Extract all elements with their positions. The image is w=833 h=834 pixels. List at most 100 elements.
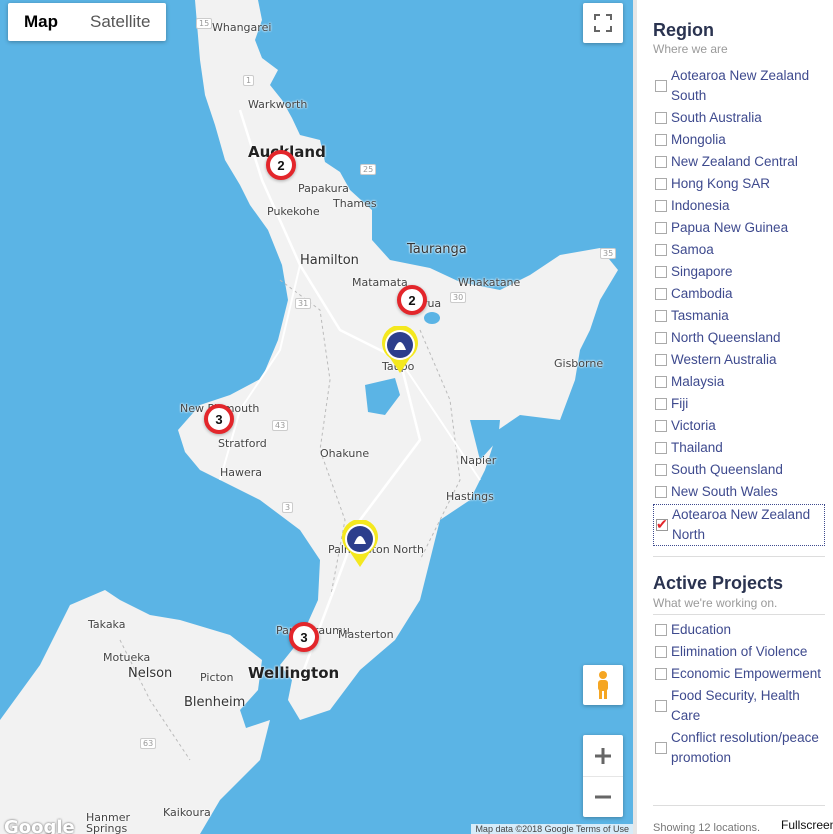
checkbox[interactable] — [655, 624, 667, 636]
checkbox[interactable] — [655, 266, 667, 278]
region-option[interactable]: North Queensland — [653, 328, 825, 348]
fullscreen-button[interactable] — [583, 3, 623, 43]
region-option-label: Thailand — [671, 440, 723, 455]
road-shield: 25 — [360, 164, 377, 175]
region-option[interactable]: Thailand — [653, 438, 825, 458]
place-gisborne: Gisborne — [554, 357, 604, 370]
checkbox[interactable] — [655, 398, 667, 410]
region-option[interactable]: Aotearoa New Zealand South — [653, 66, 825, 106]
map-attribution[interactable]: Map data ©2018 Google Terms of Use — [471, 824, 633, 834]
showing-count: Showing 12 locations. — [653, 822, 761, 834]
region-subtitle: Where we are — [653, 42, 728, 56]
projects-option[interactable]: Conflict resolution/peace promotion — [653, 728, 825, 768]
region-option[interactable]: New South Wales — [653, 482, 825, 502]
checkbox[interactable] — [655, 112, 667, 124]
cluster-marker[interactable]: 3 — [204, 404, 234, 434]
checkbox[interactable] — [655, 200, 667, 212]
checkbox[interactable] — [655, 700, 667, 712]
projects-option-label: Education — [671, 622, 732, 637]
region-option[interactable]: Western Australia — [653, 350, 825, 370]
region-option[interactable]: Mongolia — [653, 130, 825, 150]
checkbox[interactable] — [655, 668, 667, 680]
checkbox[interactable] — [655, 310, 667, 322]
region-option[interactable]: Tasmania — [653, 306, 825, 326]
region-option[interactable]: Indonesia — [653, 196, 825, 216]
checkbox[interactable] — [655, 222, 667, 234]
road-shield: 43 — [272, 420, 289, 431]
region-option[interactable]: Aotearoa New Zealand North — [653, 504, 825, 546]
place-nelson: Nelson — [128, 666, 173, 681]
place-blenheim: Blenheim — [184, 695, 246, 710]
plus-icon — [595, 747, 611, 764]
place-warkworth: Warkworth — [248, 98, 308, 111]
region-option-label: South Australia — [671, 110, 762, 125]
checkbox[interactable] — [655, 442, 667, 454]
checkbox[interactable] — [655, 156, 667, 168]
cluster-marker[interactable]: 3 — [289, 622, 319, 652]
checkbox[interactable] — [655, 486, 667, 498]
street-view-button[interactable] — [583, 665, 623, 705]
region-option-label: Samoa — [671, 242, 714, 257]
checkbox[interactable] — [655, 464, 667, 476]
region-option[interactable]: Samoa — [653, 240, 825, 260]
pegman-icon — [598, 671, 608, 699]
region-option[interactable]: Victoria — [653, 416, 825, 436]
place-hanmer-springs: Hanmer Springs — [86, 811, 130, 834]
region-option[interactable]: South Australia — [653, 108, 825, 128]
region-option[interactable]: Malaysia — [653, 372, 825, 392]
road-shield: 31 — [295, 298, 312, 309]
region-option-label: North Queensland — [671, 330, 781, 345]
fullscreen-link[interactable]: Fullscreen — [781, 818, 833, 832]
region-option[interactable]: Singapore — [653, 262, 825, 282]
projects-option-label: Food Security, Health Care — [671, 688, 800, 723]
region-option[interactable]: South Queensland — [653, 460, 825, 480]
location-pin[interactable] — [340, 520, 380, 568]
place-kaikoura: Kaikoura — [163, 806, 211, 819]
checkbox[interactable] — [655, 646, 667, 658]
checkbox[interactable] — [655, 420, 667, 432]
zoom-out-button[interactable] — [583, 777, 623, 817]
projects-list: Education Elimination of Violence Economic… — [653, 620, 825, 770]
place-masterton: Masterton — [338, 628, 394, 641]
place-thames: Thames — [333, 197, 377, 210]
location-pin[interactable] — [380, 326, 420, 374]
map-type-map-button[interactable]: Map — [8, 3, 74, 41]
checkbox[interactable] — [655, 354, 667, 366]
region-option-label: Victoria — [671, 418, 716, 433]
checkbox[interactable] — [655, 134, 667, 146]
zoom-control — [583, 735, 623, 817]
region-option[interactable]: Cambodia — [653, 284, 825, 304]
projects-option[interactable]: Food Security, Health Care — [653, 686, 825, 726]
checkbox[interactable] — [655, 288, 667, 300]
zoom-in-button[interactable] — [583, 736, 623, 777]
region-option[interactable]: Hong Kong SAR — [653, 174, 825, 194]
checkbox[interactable] — [655, 244, 667, 256]
road-shield: 3 — [282, 502, 294, 513]
checkbox[interactable] — [655, 376, 667, 388]
map-canvas[interactable]: Whangarei Warkworth Auckland Papakura Pu… — [0, 0, 633, 834]
divider — [653, 614, 825, 615]
projects-title: Active Projects — [653, 573, 784, 593]
region-option-label: New South Wales — [671, 484, 778, 499]
projects-option[interactable]: Economic Empowerment — [653, 664, 825, 684]
place-whakatane: Whakatane — [458, 276, 521, 289]
checkbox[interactable] — [656, 514, 668, 534]
region-option[interactable]: Papua New Guinea — [653, 218, 825, 238]
checkbox[interactable] — [655, 80, 667, 92]
map-type-satellite-button[interactable]: Satellite — [74, 3, 166, 41]
projects-option[interactable]: Education — [653, 620, 825, 640]
projects-option[interactable]: Elimination of Violence — [653, 642, 825, 662]
checkbox[interactable] — [655, 742, 667, 754]
checkbox[interactable] — [655, 332, 667, 344]
place-motueka: Motueka — [103, 651, 151, 664]
region-option[interactable]: New Zealand Central — [653, 152, 825, 172]
place-wellington: Wellington — [248, 664, 340, 682]
cluster-marker[interactable]: 2 — [397, 285, 427, 315]
road-shield: 1 — [243, 75, 255, 86]
region-option[interactable]: Fiji — [653, 394, 825, 414]
region-option-label: Singapore — [671, 264, 733, 279]
google-logo: Google — [4, 817, 75, 834]
panel-scrollbar[interactable] — [633, 0, 637, 834]
checkbox[interactable] — [655, 178, 667, 190]
cluster-marker[interactable]: 2 — [266, 150, 296, 180]
